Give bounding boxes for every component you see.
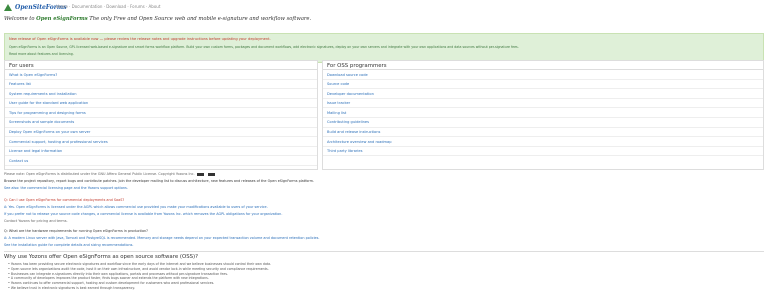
users-link[interactable]: Deploy Open eSignForms on your own serve…	[5, 128, 317, 138]
faq-answer-2-detail[interactable]: See the installation guide for complete …	[4, 243, 764, 247]
why-oss-list: Yozons has been providing secure electro…	[8, 262, 764, 291]
divider	[4, 251, 764, 252]
users-panel-title: For users	[5, 61, 317, 70]
page-headline: Welcome to Open eSignForms The only Free…	[4, 16, 311, 22]
license-note: Please note: Open eSignForms is distribu…	[4, 172, 764, 176]
license-note-text: Please note: Open eSignForms is distribu…	[4, 172, 195, 176]
notice-banner: New release of Open eSignForms is availa…	[4, 33, 764, 63]
see-also-link[interactable]: See also: the commercial licensing page …	[4, 186, 764, 190]
faq-answer-2: A: A modern Linux server with Java, Tomc…	[4, 236, 320, 240]
top-bar: OpenSiteForms Home · Documentation · Dow…	[0, 0, 768, 14]
repository-note: Browse the project repository, report bu…	[4, 179, 315, 183]
users-link[interactable]: Commercial support, hosting and professi…	[5, 137, 317, 147]
users-link[interactable]: Contact us	[5, 156, 317, 166]
faq-answer-1-detail: If you prefer not to release your source…	[4, 212, 283, 216]
users-link[interactable]: User guide for the standard web applicat…	[5, 99, 317, 109]
users-panel: For users What is Open eSignForms? Featu…	[4, 60, 318, 170]
users-link[interactable]: Tips for programming and designing forms	[5, 108, 317, 118]
headline-suffix: The only Free and Open Source web and mo…	[87, 16, 312, 22]
faq-answer-1: A: Yes. Open eSignForms is licensed unde…	[4, 205, 268, 209]
developers-panel: For OSS programmers Download source code…	[322, 60, 764, 170]
top-nav[interactable]: Home · Documentation · Download · Forums…	[56, 4, 160, 9]
notice-read-more[interactable]: Read more about features and licensing.	[9, 52, 74, 56]
notice-alert[interactable]: New release of Open eSignForms is availa…	[9, 37, 271, 41]
developers-panel-title: For OSS programmers	[323, 61, 763, 70]
faq-answer-1-contact[interactable]: Contact Yozons for pricing and terms.	[4, 219, 764, 223]
users-link[interactable]: Screenshots and sample documents	[5, 118, 317, 128]
logo-icon	[4, 4, 13, 11]
users-link[interactable]: Features list	[5, 80, 317, 90]
developer-link[interactable]: Contributing guidelines	[323, 118, 763, 128]
developer-link[interactable]: Architecture overview and roadmap	[323, 137, 763, 147]
list-item: We believe trust in electronic signature…	[8, 286, 764, 291]
users-link[interactable]: What is Open eSignForms?	[5, 70, 317, 80]
headline-brand: Open eSignForms	[36, 16, 88, 22]
developer-link[interactable]: Developer documentation	[323, 89, 763, 99]
users-link[interactable]: System requirements and installation	[5, 89, 317, 99]
developer-link[interactable]: Source code	[323, 80, 763, 90]
redacted-chip	[196, 172, 204, 176]
developer-link[interactable]: Build and release instructions	[323, 128, 763, 138]
headline-prefix: Welcome to	[4, 16, 37, 22]
faq-question-2: Q: What are the hardware requirements fo…	[4, 229, 148, 233]
notice-description: Open eSignForms is an Open Source, GPL l…	[9, 45, 519, 49]
developer-link[interactable]: Issue tracker	[323, 99, 763, 109]
developer-link[interactable]: Download source code	[323, 70, 763, 80]
developer-link[interactable]: Mailing list	[323, 108, 763, 118]
redacted-chip	[207, 172, 215, 176]
users-link[interactable]: License and legal information	[5, 147, 317, 157]
developer-link[interactable]: Third party libraries	[323, 147, 763, 157]
why-oss-heading: Why use Yozons offer Open eSignForms as …	[4, 254, 199, 260]
faq-question-1: Q: Can I use Open eSignForms for commerc…	[4, 198, 125, 202]
